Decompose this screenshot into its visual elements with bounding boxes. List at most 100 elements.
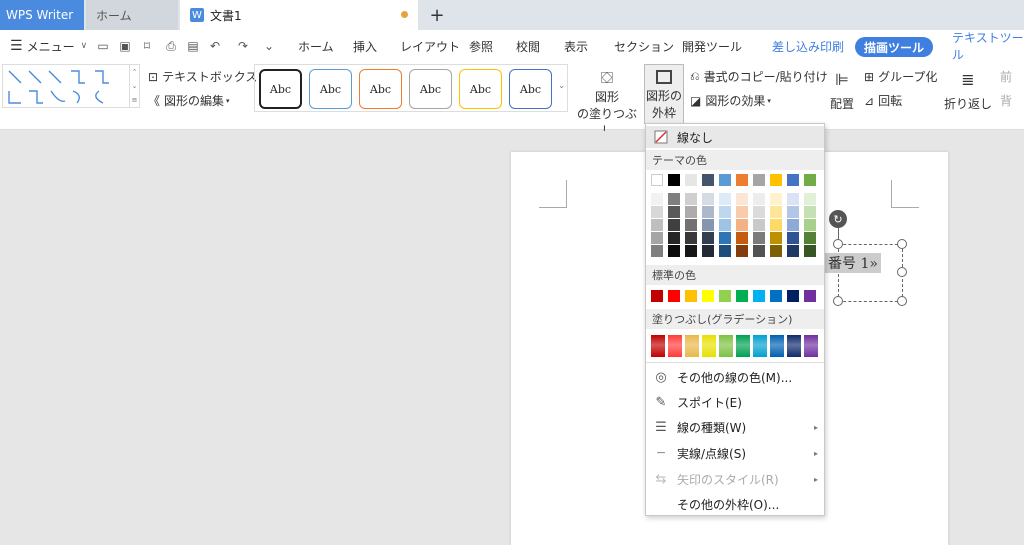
bring-front-button[interactable]: 前 <box>1000 68 1012 85</box>
gradient-color-swatch[interactable] <box>736 335 750 357</box>
theme-shade-swatch[interactable] <box>685 245 697 257</box>
customize-quick-access-icon[interactable]: ⌄ <box>262 39 276 53</box>
open-folder-icon[interactable]: ▭ <box>96 39 110 53</box>
shape-style-5[interactable]: Abc <box>459 69 502 109</box>
theme-shade-swatch[interactable] <box>804 193 816 205</box>
standard-color-swatch[interactable] <box>685 290 697 302</box>
print-preview-icon[interactable]: ▤ <box>186 39 200 53</box>
selected-textbox[interactable]: 番号 1» <box>825 244 903 302</box>
theme-shade-swatch[interactable] <box>770 219 782 231</box>
dash-type-option[interactable]: ┈ 実線/点線(S) ▸ <box>646 442 824 464</box>
shape-style-gallery[interactable]: Abc Abc Abc Abc Abc Abc ⌄ <box>254 64 568 112</box>
theme-shade-swatch[interactable] <box>702 219 714 231</box>
shape-style-3[interactable]: Abc <box>359 69 402 109</box>
gradient-color-swatch[interactable] <box>770 335 784 357</box>
theme-shade-swatch[interactable] <box>668 219 680 231</box>
theme-shade-swatch[interactable] <box>651 245 663 257</box>
theme-shade-swatch[interactable] <box>787 245 799 257</box>
theme-shade-swatch[interactable] <box>719 206 731 218</box>
theme-color-swatch[interactable] <box>736 174 748 186</box>
gradient-color-swatch[interactable] <box>804 335 818 357</box>
wrap-button[interactable]: ≣ 折り返し <box>944 70 992 120</box>
resize-handle[interactable] <box>833 239 843 249</box>
gradient-color-swatch[interactable] <box>719 335 733 357</box>
theme-shade-swatch[interactable] <box>719 193 731 205</box>
edit-shape-button[interactable]: 《図形の編集 ▾ <box>148 92 230 109</box>
menu-item-text-tool[interactable]: テキストツール <box>952 30 1024 62</box>
theme-color-swatch[interactable] <box>787 174 799 186</box>
menu-item-home[interactable]: ホーム <box>298 30 334 62</box>
standard-color-swatch[interactable] <box>736 290 748 302</box>
theme-shade-swatch[interactable] <box>685 206 697 218</box>
theme-shade-swatch[interactable] <box>702 232 714 244</box>
theme-shade-swatch[interactable] <box>685 232 697 244</box>
menu-item-section[interactable]: セクション <box>614 30 674 62</box>
theme-shade-swatch[interactable] <box>753 232 765 244</box>
resize-handle[interactable] <box>897 296 907 306</box>
gradient-color-swatch[interactable] <box>753 335 767 357</box>
theme-shade-swatch[interactable] <box>685 219 697 231</box>
theme-shade-swatch[interactable] <box>668 193 680 205</box>
gradient-color-swatch[interactable] <box>787 335 801 357</box>
menu-item-view[interactable]: 表示 <box>564 30 588 62</box>
tab-wps-writer[interactable]: WPS Writer <box>0 0 84 30</box>
theme-shade-swatch[interactable] <box>651 193 663 205</box>
shape-style-2[interactable]: Abc <box>309 69 352 109</box>
menu-item-draw-tool[interactable]: 描画ツール <box>855 37 933 57</box>
theme-shade-swatch[interactable] <box>787 232 799 244</box>
shape-fill-button[interactable]: ⛋ 図形 の塗りつぶし <box>574 68 640 138</box>
theme-shade-swatch[interactable] <box>719 219 731 231</box>
theme-shade-swatch[interactable] <box>753 219 765 231</box>
format-copy-button[interactable]: ⎌ 書式のコピー/貼り付け <box>690 68 828 85</box>
rotate-button[interactable]: ⊿ 回転 <box>864 92 902 109</box>
theme-shade-swatch[interactable] <box>804 219 816 231</box>
menu-item-layout[interactable]: レイアウト <box>400 30 460 62</box>
resize-handle[interactable] <box>833 296 843 306</box>
textbox-button[interactable]: ⊡テキストボックス▾ <box>148 68 263 85</box>
theme-shade-swatch[interactable] <box>736 245 748 257</box>
theme-shade-swatch[interactable] <box>787 206 799 218</box>
more-outline-option[interactable]: その他の外枠(O)... <box>646 493 824 515</box>
theme-shade-swatch[interactable] <box>804 206 816 218</box>
more-line-colors-option[interactable]: ◎ その他の線の色(M)... <box>646 366 824 388</box>
line-type-option[interactable]: ☰ 線の種類(W) ▸ <box>646 416 824 438</box>
standard-color-swatch[interactable] <box>668 290 680 302</box>
theme-shade-swatch[interactable] <box>702 193 714 205</box>
group-button[interactable]: ⊞ グループ化 <box>864 68 937 85</box>
theme-color-swatch[interactable] <box>702 174 714 186</box>
theme-shade-swatch[interactable] <box>770 206 782 218</box>
arrange-button[interactable]: ⊫ 配置 <box>822 70 862 120</box>
theme-shade-swatch[interactable] <box>753 193 765 205</box>
standard-color-swatch[interactable] <box>651 290 663 302</box>
theme-shade-swatch[interactable] <box>736 232 748 244</box>
theme-shade-swatch[interactable] <box>668 232 680 244</box>
theme-shade-swatch[interactable] <box>651 206 663 218</box>
shape-effect-button[interactable]: ◪ 図形の効果 ▾ <box>690 92 771 109</box>
gradient-color-swatch[interactable] <box>651 335 665 357</box>
rotate-handle-icon[interactable]: ↻ <box>829 210 847 228</box>
theme-color-swatch[interactable] <box>719 174 731 186</box>
theme-color-swatch[interactable] <box>770 174 782 186</box>
theme-shade-swatch[interactable] <box>770 232 782 244</box>
theme-shade-swatch[interactable] <box>685 193 697 205</box>
tab-home[interactable]: ホーム <box>86 0 178 30</box>
shape-style-4[interactable]: Abc <box>409 69 452 109</box>
menu-item-review[interactable]: 校閲 <box>516 30 540 62</box>
theme-shade-swatch[interactable] <box>736 193 748 205</box>
theme-shade-swatch[interactable] <box>787 219 799 231</box>
menu-item-mail-merge[interactable]: 差し込み印刷 <box>772 30 844 62</box>
tab-document[interactable]: W 文書1 <box>180 0 418 30</box>
theme-shade-swatch[interactable] <box>753 245 765 257</box>
no-line-option[interactable]: 線なし <box>646 126 824 148</box>
theme-color-swatch[interactable] <box>685 174 697 186</box>
standard-color-swatch[interactable] <box>770 290 782 302</box>
gradient-color-swatch[interactable] <box>668 335 682 357</box>
resize-handle[interactable] <box>897 267 907 277</box>
theme-shade-swatch[interactable] <box>651 219 663 231</box>
theme-shade-swatch[interactable] <box>702 245 714 257</box>
theme-color-swatch[interactable] <box>651 174 663 186</box>
style-gallery-more-icon[interactable]: ⌄ <box>558 81 565 90</box>
save-icon[interactable]: ▣ <box>118 39 132 53</box>
theme-color-swatch[interactable] <box>668 174 680 186</box>
standard-color-swatch[interactable] <box>702 290 714 302</box>
